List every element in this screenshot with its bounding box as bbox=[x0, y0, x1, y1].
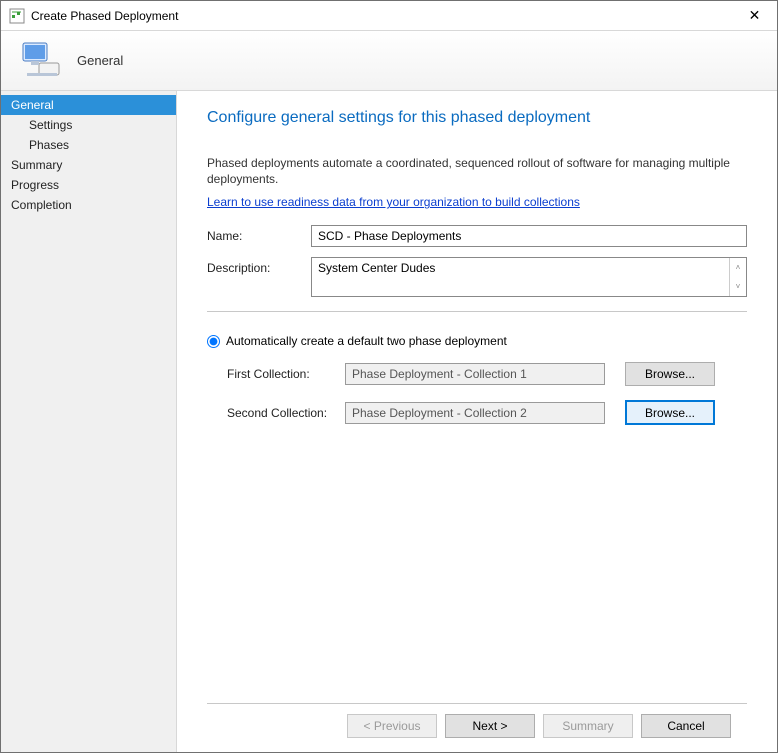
description-scroll: ˄ ˅ bbox=[729, 258, 746, 296]
auto-create-radio-row: Automatically create a default two phase… bbox=[207, 334, 747, 348]
next-button[interactable]: Next > bbox=[445, 714, 535, 738]
name-row: Name: bbox=[207, 225, 747, 247]
computer-icon bbox=[19, 41, 59, 81]
auto-create-radio[interactable] bbox=[207, 335, 220, 348]
name-input[interactable] bbox=[311, 225, 747, 247]
sidebar-item-phases[interactable]: Phases bbox=[1, 135, 176, 155]
page-heading: Configure general settings for this phas… bbox=[207, 109, 747, 127]
cancel-button[interactable]: Cancel bbox=[641, 714, 731, 738]
second-collection-value bbox=[345, 402, 605, 424]
name-label: Name: bbox=[207, 225, 311, 243]
titlebar: Create Phased Deployment ✕ bbox=[1, 1, 777, 31]
sidebar: GeneralSettingsPhasesSummaryProgressComp… bbox=[1, 91, 177, 752]
first-collection-label: First Collection: bbox=[227, 367, 345, 381]
second-browse-button[interactable]: Browse... bbox=[625, 400, 715, 425]
main: GeneralSettingsPhasesSummaryProgressComp… bbox=[1, 91, 777, 752]
sidebar-item-summary[interactable]: Summary bbox=[1, 155, 176, 175]
first-collection-value bbox=[345, 363, 605, 385]
description-label: Description: bbox=[207, 257, 311, 275]
scroll-up-icon[interactable]: ˄ bbox=[730, 258, 746, 277]
banner-label: General bbox=[77, 53, 123, 68]
description-wrap: ˄ ˅ bbox=[311, 257, 747, 297]
close-button[interactable]: ✕ bbox=[732, 1, 777, 30]
previous-button[interactable]: < Previous bbox=[347, 714, 437, 738]
divider bbox=[207, 311, 747, 312]
close-icon: ✕ bbox=[749, 7, 761, 24]
sidebar-item-completion[interactable]: Completion bbox=[1, 195, 176, 215]
sidebar-item-general[interactable]: General bbox=[1, 95, 176, 115]
sidebar-item-progress[interactable]: Progress bbox=[1, 175, 176, 195]
summary-button[interactable]: Summary bbox=[543, 714, 633, 738]
first-collection-row: First Collection: Browse... bbox=[227, 362, 747, 386]
description-row: Description: ˄ ˅ bbox=[207, 257, 747, 297]
first-browse-button[interactable]: Browse... bbox=[625, 362, 715, 386]
auto-create-label: Automatically create a default two phase… bbox=[226, 334, 507, 348]
scroll-down-icon[interactable]: ˅ bbox=[730, 277, 746, 296]
second-collection-row: Second Collection: Browse... bbox=[227, 400, 747, 425]
app-icon bbox=[9, 8, 25, 24]
description-input[interactable] bbox=[312, 258, 729, 296]
intro-text: Phased deployments automate a coordinate… bbox=[207, 155, 747, 187]
learn-link[interactable]: Learn to use readiness data from your or… bbox=[207, 195, 580, 209]
sidebar-item-settings[interactable]: Settings bbox=[1, 115, 176, 135]
banner: General bbox=[1, 31, 777, 91]
content: Configure general settings for this phas… bbox=[177, 91, 777, 752]
fields: Name: Description: ˄ ˅ bbox=[207, 225, 747, 297]
second-collection-label: Second Collection: bbox=[227, 406, 345, 420]
wizard-bar: < Previous Next > Summary Cancel bbox=[207, 703, 747, 752]
window-title: Create Phased Deployment bbox=[31, 9, 732, 23]
intro-block: Phased deployments automate a coordinate… bbox=[207, 155, 747, 209]
